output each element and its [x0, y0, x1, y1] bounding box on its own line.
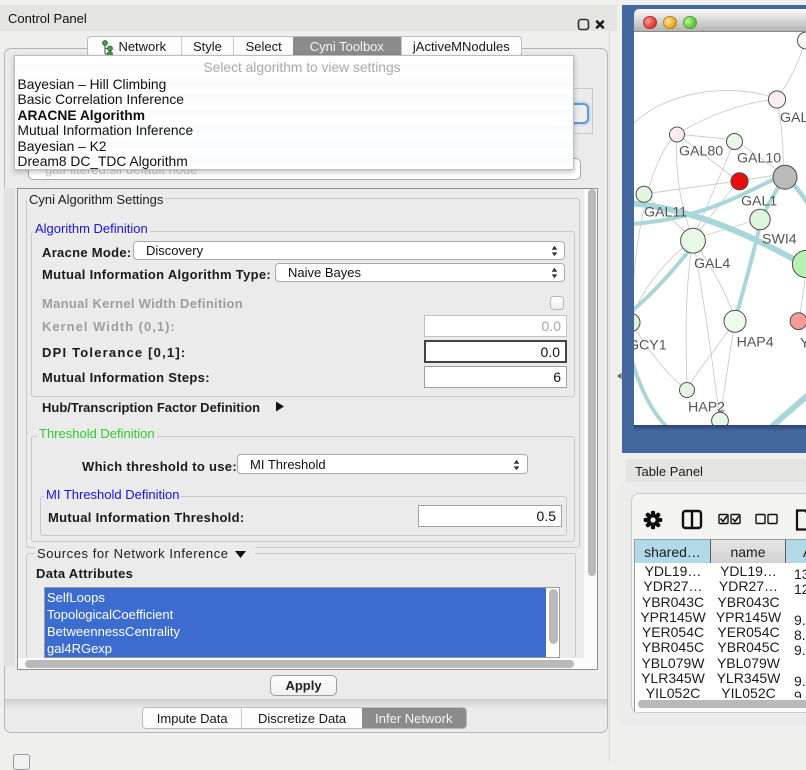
- svg-text:HAP4: HAP4: [737, 335, 774, 351]
- svg-text:GCY1: GCY1: [634, 338, 667, 354]
- svg-text:GAL10: GAL10: [737, 151, 781, 167]
- svg-text:GAL1: GAL1: [741, 194, 777, 210]
- svg-text:GAL80: GAL80: [679, 144, 723, 160]
- svg-text:GAL4: GAL4: [694, 256, 730, 272]
- svg-text:GAL: GAL: [780, 110, 806, 126]
- svg-text:GAL11: GAL11: [644, 205, 687, 221]
- svg-text:SWI4: SWI4: [762, 232, 797, 248]
- svg-text:HAP2: HAP2: [688, 400, 725, 416]
- svg-text:Y: Y: [800, 336, 806, 352]
